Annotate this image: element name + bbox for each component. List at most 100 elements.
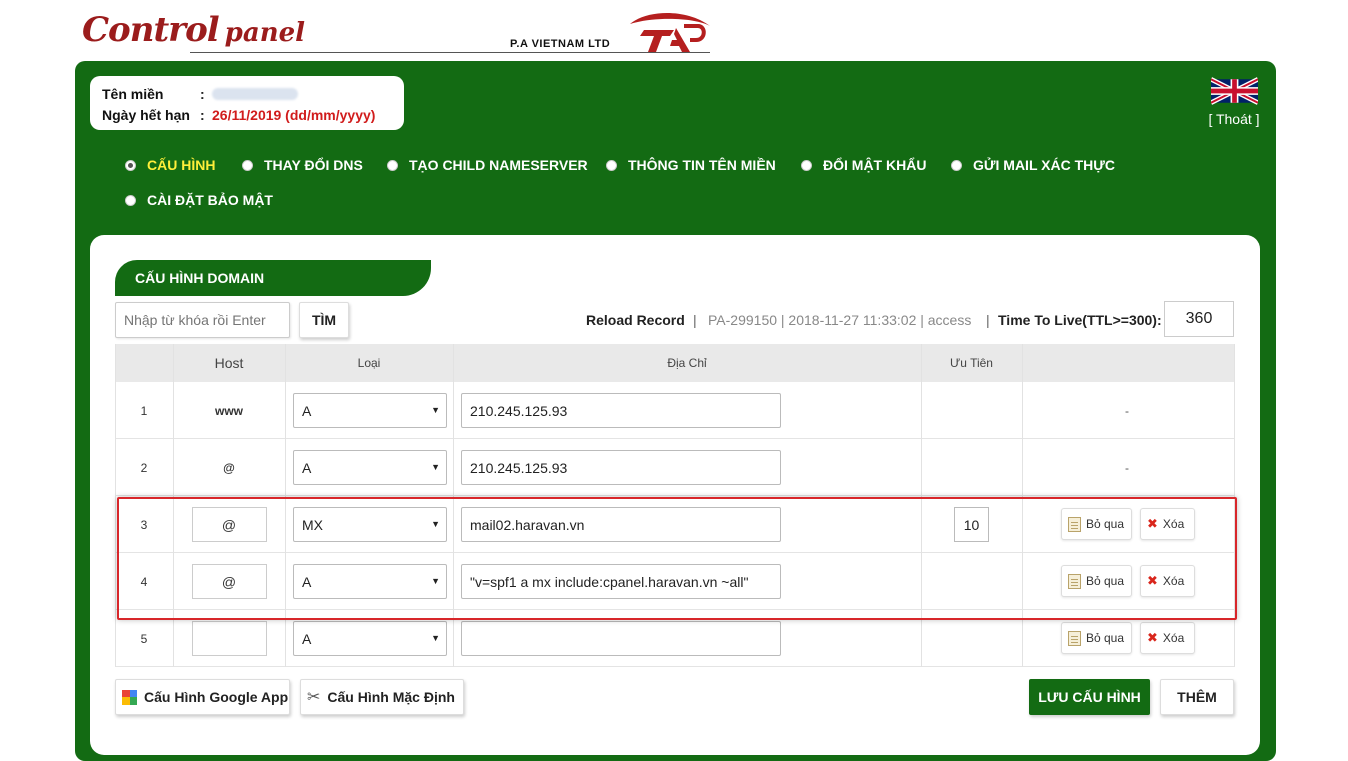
tools-icon: ✂ [307, 689, 321, 706]
skip-button[interactable]: Bỏ qua [1061, 508, 1132, 540]
company-name: P.A VIETNAM LTD [510, 38, 611, 50]
delete-label: Xóa [1162, 631, 1185, 645]
row-host-cell: @ [173, 553, 285, 610]
column-divider [1022, 344, 1023, 667]
column-divider [453, 344, 454, 667]
domain-info-box: Tên miền : Ngày hết hạn : 26/11/2019 (dd… [90, 76, 404, 130]
radio-icon [606, 159, 617, 171]
row-actions-empty: - [1125, 460, 1129, 475]
google-app-config-button[interactable]: Cấu Hình Google App [115, 679, 290, 715]
expiry-colon: : [200, 106, 205, 123]
delete-button[interactable]: ✖ Xóa [1140, 622, 1195, 654]
save-config-button[interactable]: LƯU CẤU HÌNH [1029, 679, 1150, 715]
row-index: 2 [140, 460, 148, 475]
chevron-down-icon: ▼ [431, 519, 440, 529]
table-row: 2 @ A ▼ 210.245.125.93 - [115, 439, 1235, 496]
type-select[interactable]: A ▼ [293, 450, 447, 485]
skip-label: Bỏ qua [1086, 517, 1125, 531]
logout-link[interactable]: [ Thoát ] [1203, 111, 1265, 127]
find-button[interactable]: TÌM [299, 302, 349, 338]
skip-label: Bỏ qua [1086, 631, 1125, 645]
host-input[interactable]: @ [191, 564, 267, 599]
document-icon [1068, 573, 1081, 589]
table-header: Host Loại Địa Chỉ Ưu Tiên [115, 344, 1235, 382]
type-value: A [302, 631, 312, 647]
delete-button[interactable]: ✖ Xóa [1140, 565, 1195, 597]
delete-label: Xóa [1162, 517, 1185, 531]
row-host: @ [223, 460, 235, 475]
type-select[interactable]: MX ▼ [293, 507, 447, 542]
nav-label: GỬI MAIL XÁC THỰC [973, 157, 1115, 173]
radio-icon [125, 159, 136, 171]
address-input[interactable]: 210.245.125.93 [461, 450, 781, 485]
uk-flag-icon[interactable] [1211, 77, 1258, 105]
row-actions-empty: - [1125, 403, 1129, 418]
radio-icon [387, 159, 398, 171]
nav-item-change-password[interactable]: ĐỔI MẬT KHẨU [801, 157, 926, 173]
host-input[interactable]: @ [191, 507, 267, 542]
row-index: 5 [140, 631, 148, 646]
separator: | [693, 312, 697, 328]
nav-item-change-dns[interactable]: THAY ĐỔI DNS [242, 157, 363, 173]
address-input[interactable]: "v=spf1 a mx include:cpanel.haravan.vn ~… [461, 564, 781, 599]
row-host-cell: @ [173, 496, 285, 553]
table-row: 5 A ▼ Bỏ qua ✖ Xóa [115, 610, 1235, 667]
record-meta: PA-299150 | 2018-11-27 11:33:02 | access [708, 312, 972, 328]
chevron-down-icon: ▼ [431, 462, 440, 472]
domain-colon: : [200, 85, 205, 102]
host-input[interactable] [191, 621, 267, 656]
domain-value-redacted [212, 87, 298, 100]
type-value: A [302, 574, 312, 590]
address-input[interactable]: 210.245.125.93 [461, 393, 781, 428]
search-input[interactable] [115, 302, 290, 338]
google-icon [122, 689, 137, 705]
nav-item-child-nameserver[interactable]: TẠO CHILD NAMESERVER [387, 157, 588, 173]
reload-record-link[interactable]: Reload Record [586, 312, 685, 328]
chevron-down-icon: ▼ [431, 576, 440, 586]
header-actions [1022, 344, 1235, 382]
address-input[interactable]: mail02.haravan.vn [461, 507, 781, 542]
skip-button[interactable]: Bỏ qua [1061, 622, 1132, 654]
ttl-input[interactable] [1164, 301, 1234, 337]
table-border [1234, 344, 1235, 667]
header-priority: Ưu Tiên [950, 356, 993, 370]
nav-label: CÀI ĐẶT BẢO MẬT [147, 192, 273, 208]
nav-item-config[interactable]: CẤU HÌNH [125, 157, 215, 173]
expiry-date: 26/11/2019 (dd/mm/yyyy) [212, 106, 376, 123]
nav-item-send-verification[interactable]: GỬI MAIL XÁC THỰC [951, 157, 1115, 173]
row-index: 1 [140, 403, 148, 418]
google-button-label: Cấu Hình Google App [144, 689, 289, 705]
default-config-button[interactable]: ✂ Cấu Hình Mặc Định [300, 679, 464, 715]
radio-icon [125, 194, 136, 206]
type-select[interactable]: A ▼ [293, 564, 447, 599]
header-type: Loại [357, 356, 381, 370]
header-host: Host [214, 355, 244, 371]
priority-input[interactable]: 10 [954, 507, 989, 542]
chevron-down-icon: ▼ [431, 405, 440, 415]
type-select[interactable]: A ▼ [293, 621, 447, 656]
header-divider [190, 52, 710, 53]
nav-item-security[interactable]: CÀI ĐẶT BẢO MẬT [125, 192, 273, 208]
radio-icon [951, 159, 962, 171]
table-row: 4 @ A ▼ "v=spf1 a mx include:cpanel.harav… [115, 553, 1235, 610]
delete-button[interactable]: ✖ Xóa [1140, 508, 1195, 540]
document-icon [1068, 630, 1081, 646]
type-select[interactable]: A ▼ [293, 393, 447, 428]
expiry-label: Ngày hết hạn [102, 106, 190, 123]
add-record-button[interactable]: THÊM [1160, 679, 1234, 715]
nav-label: THAY ĐỔI DNS [264, 157, 363, 173]
row-host: www [214, 403, 243, 418]
row-index: 4 [140, 574, 148, 589]
nav-label: CẤU HÌNH [147, 157, 216, 173]
skip-button[interactable]: Bỏ qua [1061, 565, 1132, 597]
address-input[interactable] [461, 621, 781, 656]
column-divider [173, 344, 174, 667]
chevron-down-icon: ▼ [431, 633, 440, 643]
nav-item-domain-info[interactable]: THÔNG TIN TÊN MIỀN [606, 157, 776, 173]
close-icon: ✖ [1147, 630, 1158, 645]
logo-sub-text: panel [224, 18, 306, 48]
control-panel-logo: Control panel [82, 10, 305, 50]
nav-label: ĐỔI MẬT KHẨU [823, 157, 927, 173]
column-divider [921, 344, 922, 667]
close-icon: ✖ [1147, 573, 1158, 588]
